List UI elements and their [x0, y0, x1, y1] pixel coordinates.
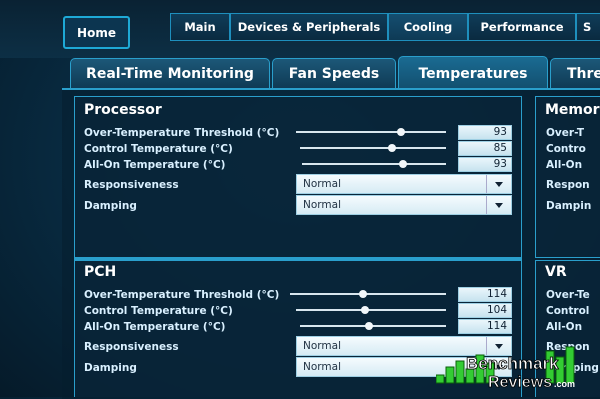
pch-control-temp-label: Control Temperature (°C): [84, 305, 233, 317]
subtab-temperatures[interactable]: Temperatures: [398, 56, 548, 90]
subtab-thresholds[interactable]: Thre: [550, 58, 600, 88]
subtab-real-time-monitoring[interactable]: Real-Time Monitoring: [70, 58, 270, 88]
svg-text:Reviews: Reviews: [488, 374, 552, 391]
vr-all-on-temp-label: All-On: [546, 321, 583, 333]
pch-over-temp-value[interactable]: 114: [458, 287, 512, 302]
processor-over-temp-slider[interactable]: [296, 128, 446, 136]
processor-responsiveness-label: Responsiveness: [84, 179, 179, 191]
chevron-down-icon[interactable]: [486, 196, 511, 214]
select-value: Normal: [303, 340, 341, 352]
vr-over-temp-label: Over-Te: [546, 289, 590, 301]
tab-cooling[interactable]: Cooling: [388, 13, 468, 41]
pch-over-temp-slider[interactable]: [290, 290, 446, 298]
processor-control-temp-value[interactable]: 85: [458, 141, 512, 156]
tab-performance[interactable]: Performance: [468, 13, 576, 41]
pch-control-temp-slider[interactable]: [296, 306, 446, 314]
slider-handle[interactable]: [387, 144, 396, 152]
processor-control-temp-slider[interactable]: [300, 144, 446, 152]
processor-damping-label: Damping: [84, 200, 137, 212]
memory-over-temp-label: Over-T: [546, 127, 585, 139]
select-value: Normal: [303, 361, 341, 373]
memory-title: Memor: [545, 102, 600, 118]
pch-responsiveness-label: Responsiveness: [84, 341, 179, 353]
pch-title: PCH: [84, 264, 117, 280]
pch-all-on-temp-label: All-On Temperature (°C): [84, 321, 226, 333]
pch-all-on-temp-value[interactable]: 114: [458, 319, 512, 334]
svg-text:.com: .com: [554, 379, 575, 389]
slider-handle[interactable]: [398, 160, 407, 168]
processor-all-on-temp-slider[interactable]: [302, 160, 446, 168]
pch-control-temp-value[interactable]: 104: [458, 303, 512, 318]
processor-control-temp-label: Control Temperature (°C): [84, 143, 233, 155]
pch-damping-label: Damping: [84, 362, 137, 374]
select-value: Normal: [303, 178, 341, 190]
benchmark-reviews-logo: Benchmark Reviews .com: [435, 343, 586, 393]
svg-text:Benchmark: Benchmark: [466, 354, 559, 373]
pch-all-on-temp-slider[interactable]: [300, 322, 446, 330]
memory-damping-label: Dampin: [546, 200, 592, 212]
tab-partial[interactable]: S: [576, 13, 600, 41]
tab-devices-peripherals[interactable]: Devices & Peripherals: [230, 13, 388, 41]
memory-responsiveness-label: Respon: [546, 179, 590, 191]
logo-bars-icon: Benchmark Reviews .com: [435, 346, 575, 391]
home-button[interactable]: Home: [63, 16, 130, 49]
processor-over-temp-label: Over-Temperature Threshold (°C): [84, 127, 280, 139]
memory-all-on-temp-label: All-On: [546, 159, 583, 171]
processor-responsiveness-select[interactable]: Normal: [296, 174, 512, 194]
processor-all-on-temp-label: All-On Temperature (°C): [84, 159, 226, 171]
slider-handle[interactable]: [397, 128, 405, 136]
processor-title: Processor: [84, 102, 162, 118]
tab-main[interactable]: Main: [170, 13, 230, 41]
memory-control-temp-label: Contro: [546, 143, 586, 155]
processor-all-on-temp-value[interactable]: 93: [458, 157, 512, 172]
vr-control-temp-label: Control: [546, 305, 590, 317]
slider-handle[interactable]: [361, 306, 369, 314]
processor-over-temp-value[interactable]: 93: [458, 125, 512, 140]
select-value: Normal: [303, 199, 341, 211]
memory-panel: [535, 96, 600, 258]
subtab-fan-speeds[interactable]: Fan Speeds: [272, 58, 396, 88]
slider-handle[interactable]: [364, 322, 373, 330]
vr-title: VR: [545, 264, 567, 280]
processor-damping-select[interactable]: Normal: [296, 195, 512, 215]
pch-over-temp-label: Over-Temperature Threshold (°C): [84, 289, 280, 301]
chevron-down-icon[interactable]: [486, 175, 511, 193]
